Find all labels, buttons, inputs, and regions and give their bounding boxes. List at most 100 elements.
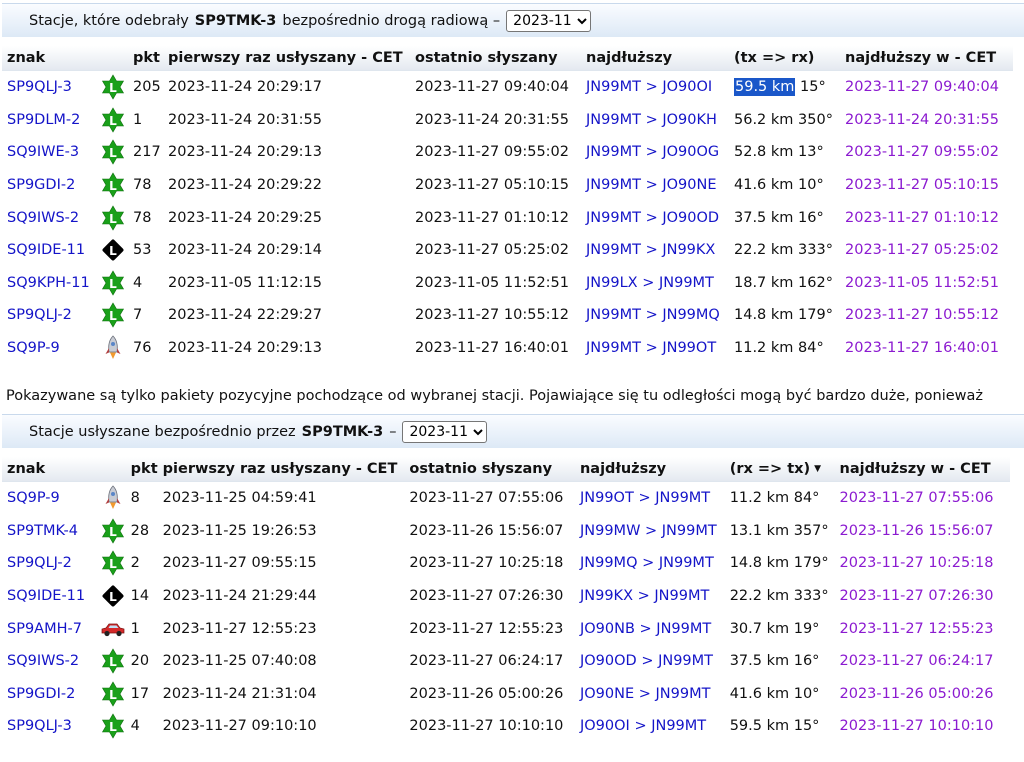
last-heard: 2023-11-26 15:56:07 (409, 522, 564, 539)
locator-from-link[interactable]: JN99MT (586, 307, 641, 323)
locator-from-link[interactable]: JN99MT (586, 210, 641, 226)
longest-at-link[interactable]: 2023-11-27 01:10:12 (845, 210, 999, 226)
locator-from-link[interactable]: JO90NB (580, 621, 635, 637)
section1-period-select[interactable]: 2023-11 (506, 9, 592, 32)
callsign-link[interactable]: SP9QLJ-2 (7, 307, 72, 323)
longest-at-link[interactable]: 2023-11-27 09:40:04 (845, 79, 999, 95)
callsign-cell: SQ9IWE-3 (2, 136, 95, 169)
locator-from-link[interactable]: JN99MT (586, 112, 641, 128)
callsign-link[interactable]: SQ9IWE-3 (7, 144, 79, 160)
locator-from-link[interactable]: JN99MT (586, 242, 641, 258)
longest-at-link[interactable]: 2023-11-27 05:10:15 (845, 177, 999, 193)
locator-to-link[interactable]: JN99MT (656, 686, 711, 702)
col-header-znak[interactable]: znak (2, 457, 126, 482)
callsign-link[interactable]: SP9AMH-7 (7, 621, 82, 637)
bearing-value: 84° (793, 490, 820, 507)
col-header-longest[interactable]: najdłuższy (574, 457, 725, 482)
col-header-first-heard[interactable]: pierwszy raz usłyszany - CET (163, 46, 410, 71)
longest-at-link[interactable]: 2023-11-27 10:55:12 (845, 307, 999, 323)
locator-to-link[interactable]: JN99MT (659, 555, 714, 571)
callsign-link[interactable]: SP9QLJ-3 (7, 79, 72, 95)
locator-to-link[interactable]: JN99MT (656, 621, 711, 637)
locator-to-link[interactable]: JN99OT (662, 340, 716, 356)
longest-at-link[interactable]: 2023-11-27 12:55:23 (840, 621, 994, 637)
col-header-last-heard[interactable]: ostatnio słyszany (410, 46, 581, 71)
callsign-link[interactable]: SQ9IWS-2 (7, 210, 79, 226)
longest-at-link[interactable]: 2023-11-27 16:40:01 (845, 340, 999, 356)
locator-to-link[interactable]: JO90OI (662, 79, 712, 95)
locator-to-link[interactable]: JO90OD (662, 210, 719, 226)
longest-at-link[interactable]: 2023-11-05 11:52:51 (845, 275, 999, 291)
first-heard: 2023-11-24 21:29:44 (162, 588, 317, 605)
col-header-direction[interactable]: (rx => tx) ▼ (724, 457, 835, 482)
locator-from-link[interactable]: JN99KX (580, 588, 633, 604)
locator-from-link[interactable]: JN99MQ (580, 555, 638, 571)
locator-from-link[interactable]: JN99MT (586, 177, 641, 193)
callsign-link[interactable]: SQ9IWS-2 (7, 653, 79, 669)
locator-from-link[interactable]: JN99MT (586, 144, 641, 160)
col-header-pkt[interactable]: pkt (125, 457, 158, 482)
col-header-last-heard[interactable]: ostatnio słyszany (404, 457, 575, 482)
longest-at-link[interactable]: 2023-11-27 06:24:17 (840, 653, 994, 669)
locator-to-link[interactable]: JO90NE (662, 177, 716, 193)
locator-from-link[interactable]: JO90OI (580, 718, 630, 734)
longest-at-link[interactable]: 2023-11-27 09:55:02 (845, 144, 999, 160)
locator-from-link[interactable]: JN99MW (580, 523, 640, 539)
symbol-cell: L (95, 201, 128, 234)
locator-to-link[interactable]: JN99KX (662, 242, 715, 258)
longest-at-link[interactable]: 2023-11-24 20:31:55 (845, 112, 999, 128)
longest-at-link[interactable]: 2023-11-27 10:25:18 (840, 555, 994, 571)
first-heard: 2023-11-24 21:31:04 (162, 685, 317, 702)
locator-from-link[interactable]: JO90NE (580, 686, 634, 702)
sort-desc-icon[interactable]: ▼ (814, 464, 821, 474)
route-separator: > (639, 620, 652, 637)
locator-from-link[interactable]: JN99MT (586, 79, 641, 95)
last-heard: 2023-11-27 10:25:18 (409, 555, 564, 572)
longest-at-link[interactable]: 2023-11-26 15:56:07 (840, 523, 994, 539)
callsign-link[interactable]: SQ9KPH-11 (7, 275, 90, 291)
distance-cell: 37.5 km 16° (729, 201, 840, 234)
longest-at-link[interactable]: 2023-11-27 05:25:02 (845, 242, 999, 258)
longest-at-link[interactable]: 2023-11-27 10:10:10 (840, 718, 994, 734)
locator-from-link[interactable]: JN99MT (586, 340, 641, 356)
locator-to-link[interactable]: JO90OG (662, 144, 719, 160)
callsign-link[interactable]: SQ9P-9 (7, 490, 60, 506)
longest-at-link[interactable]: 2023-11-27 07:26:30 (840, 588, 994, 604)
col-header-first-heard[interactable]: pierwszy raz usłyszany - CET (157, 457, 405, 482)
symbol-cell: L (95, 136, 128, 169)
locator-from-link[interactable]: JO90OD (580, 653, 637, 669)
callsign-link[interactable]: SP9QLJ-3 (7, 718, 72, 734)
col-header-longest-at[interactable]: najdłuższy w - CET (840, 46, 1013, 71)
col-header-znak[interactable]: znak (2, 46, 128, 71)
locator-to-link[interactable]: JO90KH (662, 112, 717, 128)
locator-from-link[interactable]: JN99OT (580, 490, 634, 506)
locator-to-link[interactable]: JN99MT (662, 523, 717, 539)
locator-from-link[interactable]: JN99LX (586, 275, 638, 291)
callsign-link[interactable]: SP9GDI-2 (7, 177, 75, 193)
callsign-link[interactable]: SP9QLJ-2 (7, 555, 72, 571)
callsign-link[interactable]: SQ9P-9 (7, 340, 60, 356)
col-header-longest-at[interactable]: najdłuższy w - CET (834, 457, 1010, 482)
callsign-link[interactable]: SP9GDI-2 (7, 686, 75, 702)
col-header-pkt[interactable]: pkt (128, 46, 163, 71)
longest-at-link[interactable]: 2023-11-27 07:55:06 (840, 490, 994, 506)
locator-to-link[interactable]: JN99MT (658, 653, 713, 669)
locator-to-link[interactable]: JN99MT (654, 588, 709, 604)
col-header-longest[interactable]: najdłuższy (581, 46, 729, 71)
callsign-link[interactable]: SQ9IDE-11 (7, 588, 85, 604)
locator-to-link[interactable]: JN99MT (651, 718, 706, 734)
distance-cell: 30.7 km 19° (725, 612, 835, 645)
locator-to-link[interactable]: JN99MT (659, 275, 714, 291)
longest-at-link[interactable]: 2023-11-26 05:00:26 (840, 686, 994, 702)
distance-value: 30.7 km (729, 620, 790, 637)
callsign-link[interactable]: SQ9IDE-11 (7, 242, 85, 258)
col-header-direction[interactable]: (tx => rx) (729, 46, 840, 71)
locator-to-link[interactable]: JN99MQ (662, 307, 720, 323)
callsign-link[interactable]: SP9TMK-4 (7, 523, 78, 539)
bearing-value: 84° (798, 340, 824, 357)
locator-to-link[interactable]: JN99MT (655, 490, 710, 506)
callsign-link[interactable]: SP9DLM-2 (7, 112, 80, 128)
last-heard: 2023-11-27 05:10:15 (415, 177, 569, 194)
section1-title-suffix: bezpośrednio drogą radiową – (282, 12, 501, 29)
section2-period-select[interactable]: 2023-11 (402, 420, 488, 443)
